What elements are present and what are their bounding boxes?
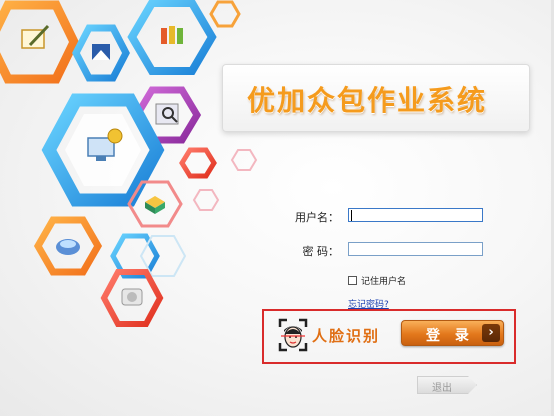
exit-button-label: 退出: [432, 383, 452, 394]
remember-username-label[interactable]: 记住用户名: [361, 274, 406, 287]
text-caret: [351, 210, 352, 221]
app-title: 优加众包作业系统: [247, 84, 488, 117]
hex-disc: [100, 269, 164, 327]
edit-icon: [21, 24, 50, 49]
database-icon: [145, 196, 165, 214]
username-input[interactable]: [348, 208, 483, 222]
hex-small-red: [179, 147, 217, 179]
hex-outline-small-1: [209, 0, 241, 28]
face-recognition-label[interactable]: 人脸识别: [312, 325, 380, 346]
hex-drive: [33, 216, 103, 276]
title-banner: 优加众包作业系统: [222, 64, 530, 132]
chart-icon: [92, 44, 110, 60]
exit-button[interactable]: 退出: [417, 376, 477, 394]
hex-outline-small-3: [192, 189, 220, 211]
login-screen: 优加众包作业系统 用户名： 密 码： 记住用户名 忘记密码? 人脸识别 登 录 …: [0, 0, 554, 416]
arrow-right-icon: ›: [482, 324, 500, 342]
login-button[interactable]: 登 录 ›: [401, 320, 504, 346]
remember-username-checkbox[interactable]: [348, 276, 357, 285]
face-scan-icon[interactable]: [278, 318, 308, 352]
hex-outline-small-2: [230, 149, 258, 171]
hex-chart: [72, 24, 130, 82]
hex-database: [127, 180, 183, 228]
username-label: 用户名：: [295, 211, 339, 224]
password-label: 密 码：: [302, 245, 340, 258]
magnifier-icon: [155, 103, 179, 125]
disc-icon: [121, 288, 143, 306]
login-button-label: 登 录: [426, 328, 474, 344]
hex-edit: [0, 0, 80, 84]
decorative-hexagons: [0, 0, 258, 327]
hex-folder: [127, 0, 217, 75]
folder-icon: [161, 26, 183, 44]
password-input[interactable]: [348, 242, 483, 256]
drive-icon: [56, 239, 80, 255]
